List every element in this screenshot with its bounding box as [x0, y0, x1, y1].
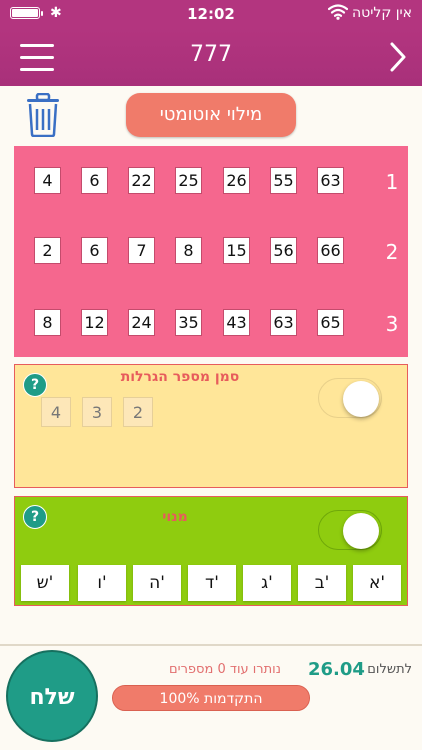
row-label: 2	[385, 240, 399, 264]
payment-label: לתשלום	[367, 662, 412, 677]
status-bar: ✱ 12:02 אין קליטה	[0, 0, 422, 28]
number-cell[interactable]: 63	[270, 309, 297, 336]
number-cell[interactable]: 8	[175, 237, 202, 264]
number-cell[interactable]: 35	[175, 309, 202, 336]
toggle-knob	[343, 513, 379, 549]
progress-bar: 100% התקדמות	[112, 685, 310, 711]
header-bar: 777	[0, 28, 422, 86]
subscription-toggle[interactable]	[318, 510, 382, 550]
day-button[interactable]: ש'	[21, 565, 69, 601]
number-cell[interactable]: 8	[34, 309, 61, 336]
numbers-panel: 1 63 55 26 25 22 6 4 2 66 56 15 8 7 6 2 …	[14, 146, 408, 357]
draws-toggle[interactable]	[318, 378, 382, 418]
number-cell[interactable]: 4	[34, 167, 61, 194]
number-cell[interactable]: 66	[317, 237, 344, 264]
subscription-help-icon[interactable]: ?	[23, 505, 47, 529]
day-button[interactable]: ב'	[298, 565, 346, 601]
number-cell[interactable]: 43	[223, 309, 250, 336]
day-button[interactable]: ד'	[188, 565, 236, 601]
number-cell[interactable]: 25	[175, 167, 202, 194]
subscription-panel: ? מנוי א' ב' ג' ד' ה' ו' ש'	[14, 496, 408, 606]
number-cell[interactable]: 7	[128, 237, 155, 264]
number-cell[interactable]: 56	[270, 237, 297, 264]
row-label: 3	[385, 312, 399, 336]
number-cell[interactable]: 65	[317, 309, 344, 336]
day-button[interactable]: ו'	[78, 565, 126, 601]
payment-amount: 26.04	[308, 659, 365, 680]
number-cell[interactable]: 2	[34, 237, 61, 264]
draws-panel: ? סמן מספר הגרלות 2 3 4	[14, 364, 408, 488]
draws-option[interactable]: 2	[123, 397, 153, 427]
day-button[interactable]: ה'	[133, 565, 181, 601]
draws-help-icon[interactable]: ?	[23, 373, 47, 397]
number-cell[interactable]: 15	[223, 237, 250, 264]
send-button[interactable]: שלח	[6, 650, 98, 742]
number-cell[interactable]: 6	[81, 237, 108, 264]
number-cell[interactable]: 55	[270, 167, 297, 194]
row-label: 1	[385, 170, 399, 194]
number-cell[interactable]: 12	[81, 309, 108, 336]
progress-text: 100% התקדמות	[159, 691, 263, 707]
trash-icon[interactable]	[25, 93, 61, 137]
draws-title: סמן מספר הגרלות	[120, 369, 240, 385]
day-button[interactable]: א'	[353, 565, 401, 601]
number-cell[interactable]: 24	[128, 309, 155, 336]
page-title: 777	[190, 42, 232, 67]
auto-fill-button[interactable]: מילוי אוטומטי	[126, 93, 296, 137]
draws-option[interactable]: 4	[41, 397, 71, 427]
toggle-knob	[343, 381, 379, 417]
number-cell[interactable]: 26	[223, 167, 250, 194]
remaining-numbers-text: נותרו עוד 0 מספרים	[169, 662, 281, 677]
chevron-right-icon[interactable]	[388, 40, 408, 74]
subscription-title: מנוי	[162, 509, 188, 525]
number-cell[interactable]: 6	[81, 167, 108, 194]
draws-option[interactable]: 3	[82, 397, 112, 427]
carrier-label: אין קליטה	[352, 5, 412, 21]
wifi-icon	[328, 4, 348, 20]
number-cell[interactable]: 63	[317, 167, 344, 194]
day-button[interactable]: ג'	[243, 565, 291, 601]
number-cell[interactable]: 22	[128, 167, 155, 194]
footer-divider	[0, 644, 422, 646]
